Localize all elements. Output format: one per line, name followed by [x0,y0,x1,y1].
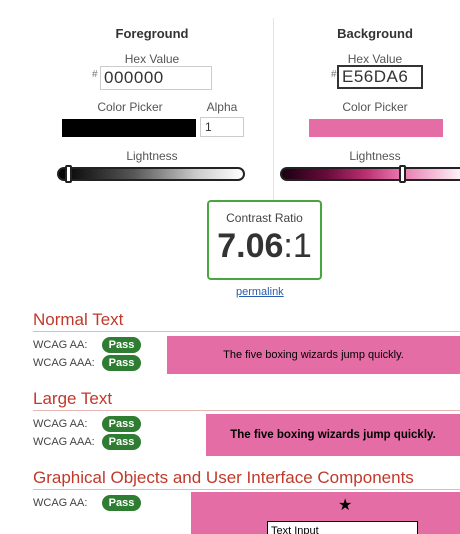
normal-text-heading: Normal Text [33,310,124,329]
graphical-aa-label: WCAG AA: [33,497,88,509]
large-aa-pass-badge: Pass [102,416,141,432]
background-hex-label: Hex Value [347,52,403,66]
foreground-heading: Foreground [115,26,189,41]
foreground-alpha-label: Alpha [206,100,238,114]
column-divider [273,18,274,200]
normal-aa-pass-badge: Pass [102,337,141,353]
normal-text-rule [33,331,460,332]
graphical-objects-rule [33,489,460,490]
large-aaa-label: WCAG AAA: [33,436,95,448]
contrast-ratio-label: Contrast Ratio [226,211,303,225]
foreground-hex-input[interactable] [100,66,212,90]
contrast-ratio-number: 7.06 [217,227,284,265]
background-lightness-thumb[interactable] [398,165,406,183]
ui-components-sample: ★ [191,492,460,534]
normal-aa-label: WCAG AA: [33,339,88,351]
background-lightness-label: Lightness [349,149,401,163]
background-hex-input[interactable] [337,65,423,89]
background-lightness-slider[interactable] [280,165,460,183]
foreground-color-picker-label: Color Picker [97,100,163,114]
sample-text-input[interactable] [267,521,418,534]
graphical-aa-pass-badge: Pass [102,495,141,511]
graphical-objects-heading: Graphical Objects and User Interface Com… [33,468,414,487]
foreground-lightness-label: Lightness [126,149,178,163]
foreground-hash-symbol: # [92,69,98,80]
foreground-lightness-slider[interactable] [57,165,245,183]
large-text-rule [33,410,460,411]
large-text-heading: Large Text [33,389,113,408]
star-icon: ★ [338,497,353,514]
foreground-hex-label: Hex Value [124,52,180,66]
large-text-sample: The five boxing wizards jump quickly. [206,414,460,456]
foreground-lightness-thumb[interactable] [65,165,72,183]
background-hash-symbol: # [331,69,337,80]
foreground-color-swatch[interactable] [62,119,196,137]
contrast-ratio-suffix: :1 [283,227,312,265]
normal-aaa-label: WCAG AAA: [33,357,95,369]
background-heading: Background [337,26,413,41]
contrast-ratio-value: 7.06:1 [209,227,320,266]
large-aa-label: WCAG AA: [33,418,88,430]
background-color-picker-label: Color Picker [342,100,408,114]
permalink-link[interactable]: permalink [236,286,284,298]
large-aaa-pass-badge: Pass [102,434,141,450]
foreground-alpha-input[interactable] [200,117,244,137]
background-color-swatch[interactable] [309,119,443,137]
normal-aaa-pass-badge: Pass [102,355,141,371]
contrast-ratio-box: Contrast Ratio 7.06:1 [207,200,322,280]
normal-text-sample: The five boxing wizards jump quickly. [167,336,460,374]
